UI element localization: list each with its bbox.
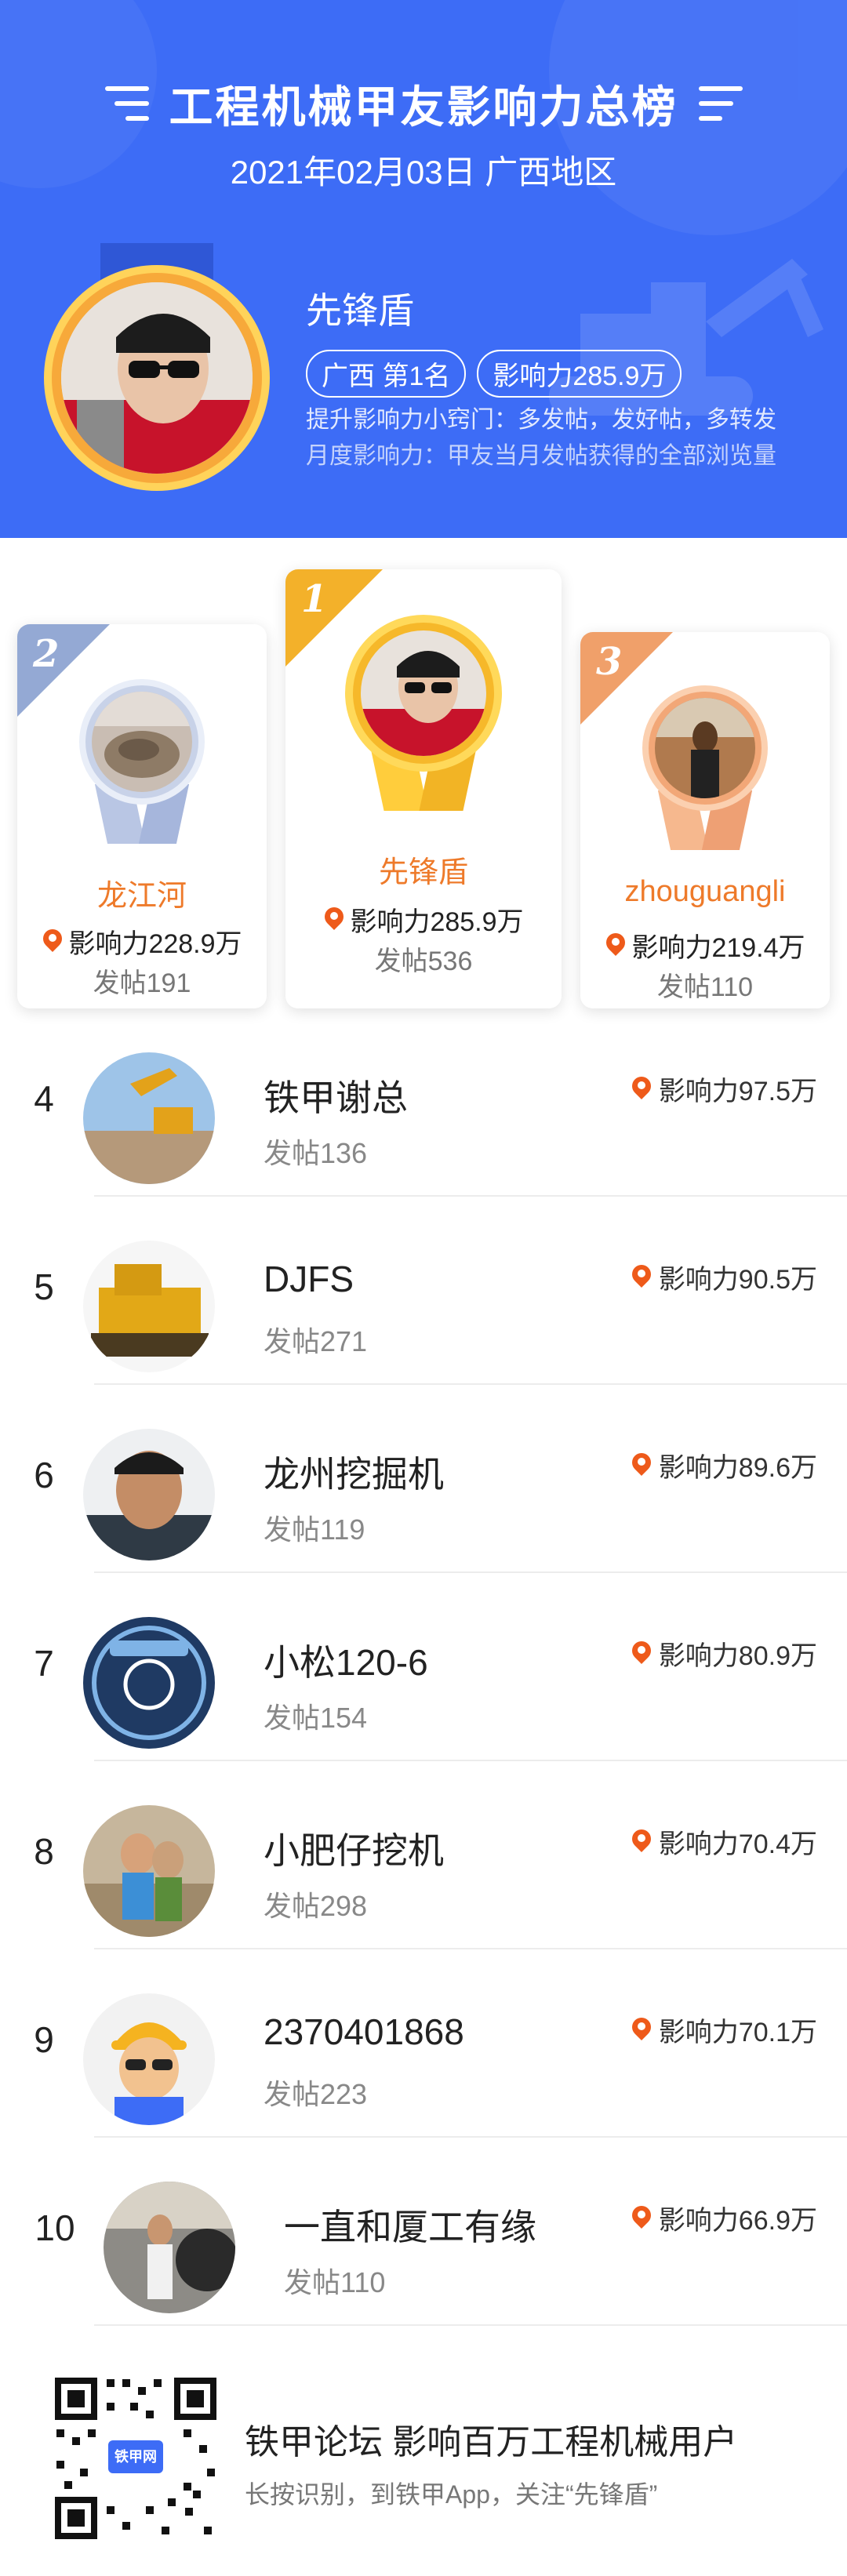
podium-influence: 影响力219.4万 <box>580 926 830 965</box>
location-pin-icon <box>42 929 64 954</box>
user-name: 铁甲谢总 <box>264 1077 408 1118</box>
list-item[interactable]: 8 小肥仔挖机 发帖298 影响力70.4万 <box>0 1761 847 1949</box>
podium-name: zhouguangli <box>624 875 786 908</box>
avatar[interactable] <box>361 630 486 756</box>
avatar[interactable] <box>83 1993 215 2125</box>
footer-hint: 长按识别，到铁甲App，关注“先锋盾” <box>245 2480 658 2509</box>
user-posts: 发帖119 <box>264 1513 365 1546</box>
user-influence: 影响力97.5万 <box>631 1070 817 1108</box>
silver-medal <box>79 679 205 844</box>
podium-card-rank-3[interactable]: 3 zhouguangli 影响力219.4万 发帖110 <box>580 632 830 1008</box>
page-title: 工程机械甲友影响力总榜 <box>169 82 678 132</box>
qr-code[interactable]: 铁甲网 <box>50 2373 221 2544</box>
user-influence: 影响力66.9万 <box>631 2199 817 2237</box>
location-pin-icon <box>631 1453 653 1478</box>
divider <box>94 2324 847 2326</box>
rank-number: 3 <box>596 640 623 684</box>
avatar[interactable] <box>104 2182 235 2313</box>
location-pin-icon <box>631 2018 653 2043</box>
avatar[interactable] <box>83 1805 215 1937</box>
user-posts: 发帖271 <box>264 1325 368 1357</box>
avatar[interactable] <box>83 1241 215 1372</box>
list-item[interactable]: 4 铁甲谢总 发帖136 影响力97.5万 <box>0 1008 847 1197</box>
user-name: 龙州挖掘机 <box>264 1454 444 1495</box>
sort-lines-icon <box>698 86 743 121</box>
location-pin-icon <box>631 2206 653 2231</box>
rank-number: 5 <box>34 1266 54 1307</box>
rank-number: 4 <box>34 1078 54 1119</box>
user-influence: 影响力70.4万 <box>631 1822 817 1861</box>
podium-card-rank-2[interactable]: 2 龙江河 影响力228.9万 发帖191 <box>17 624 267 1008</box>
definition-text: 月度影响力：甲友当月发帖获得的全部浏览量 <box>306 443 776 469</box>
region-rank-badge: 广西 第1名 <box>306 350 467 398</box>
avatar[interactable] <box>83 1429 215 1560</box>
rank-number: 6 <box>34 1455 54 1495</box>
menu-lines-icon <box>104 86 149 121</box>
rank-number: 8 <box>34 1831 54 1872</box>
podium-posts: 发帖191 <box>93 968 191 998</box>
location-pin-icon <box>631 1641 653 1666</box>
user-posts: 发帖136 <box>264 1137 368 1169</box>
influence-badge: 影响力285.9万 <box>477 350 682 398</box>
tip-text: 提升影响力小窍门：多发帖，发好帖，多转发 <box>306 407 776 433</box>
user-name: 小松120-6 <box>264 1642 428 1683</box>
location-pin-icon <box>323 907 345 932</box>
avatar[interactable] <box>61 282 253 474</box>
avatar[interactable] <box>83 1052 215 1184</box>
list-item[interactable]: 5 DJFS 发帖271 影响力90.5万 <box>0 1197 847 1385</box>
user-influence: 影响力80.9万 <box>631 1634 817 1673</box>
list-item[interactable]: 10 一直和厦工有缘 发帖110 影响力66.9万 <box>0 2138 847 2326</box>
podium: 2 龙江河 影响力228.9万 发帖191 1 先锋盾 影响力285.9万 发帖… <box>0 538 847 1008</box>
my-tags: 广西 第1名 影响力285.9万 <box>306 350 682 398</box>
footer-title: 铁甲论坛 影响百万工程机械用户 <box>245 2423 738 2462</box>
rank-number: 7 <box>34 1643 54 1684</box>
user-name: 2370401868 <box>264 2011 464 2052</box>
user-influence: 影响力90.5万 <box>631 1258 817 1296</box>
user-influence: 影响力89.6万 <box>631 1446 817 1484</box>
podium-posts: 发帖110 <box>656 972 754 1002</box>
user-name: DJFS <box>264 1259 354 1299</box>
bronze-medal <box>642 685 768 850</box>
avatar[interactable] <box>83 1617 215 1749</box>
rank-number: 10 <box>35 2207 75 2248</box>
list-item[interactable]: 7 小松120-6 发帖154 影响力80.9万 <box>0 1573 847 1761</box>
list-item[interactable]: 6 龙州挖掘机 发帖119 影响力89.6万 <box>0 1385 847 1573</box>
user-name: 小肥仔挖机 <box>264 1830 444 1871</box>
title-row: 工程机械甲友影响力总榜 <box>0 72 847 135</box>
podium-name: 龙江河 <box>96 880 187 913</box>
user-posts: 发帖298 <box>264 1890 368 1922</box>
user-posts: 发帖110 <box>284 2266 386 2298</box>
location-pin-icon <box>631 1265 653 1290</box>
location-pin-icon <box>605 933 627 958</box>
my-name: 先锋盾 <box>306 290 414 331</box>
rank-number: 1 <box>301 577 328 621</box>
user-posts: 发帖154 <box>264 1702 368 1734</box>
location-pin-icon <box>631 1077 653 1102</box>
podium-influence: 影响力285.9万 <box>285 900 562 939</box>
rank-number: 2 <box>33 632 60 676</box>
date-region: 2021年02月03日 广西地区 <box>230 154 617 191</box>
qr-logo: 铁甲网 <box>115 2449 157 2465</box>
list-item[interactable]: 9 2370401868 发帖223 影响力70.1万 <box>0 1949 847 2138</box>
user-name: 一直和厦工有缘 <box>284 2207 536 2247</box>
podium-card-rank-1[interactable]: 1 先锋盾 影响力285.9万 发帖536 <box>285 569 562 1008</box>
my-avatar-medal <box>44 243 270 494</box>
avatar[interactable] <box>655 698 755 798</box>
podium-posts: 发帖536 <box>374 946 473 976</box>
avatar[interactable] <box>92 692 192 792</box>
podium-name: 先锋盾 <box>378 856 468 889</box>
header-banner: 工程机械甲友影响力总榜 2021年02月03日 广西地区 先锋盾 广西 第1名 … <box>0 0 847 538</box>
gold-medal <box>345 615 502 811</box>
user-posts: 发帖223 <box>264 2078 368 2110</box>
rank-number: 9 <box>34 2019 54 2060</box>
podium-influence: 影响力228.9万 <box>17 922 267 961</box>
footer: 铁甲网 铁甲论坛 影响百万工程机械用户 长按识别，到铁甲App，关注“先锋盾” <box>0 2351 847 2576</box>
location-pin-icon <box>631 1829 653 1855</box>
user-influence: 影响力70.1万 <box>631 2011 817 2049</box>
